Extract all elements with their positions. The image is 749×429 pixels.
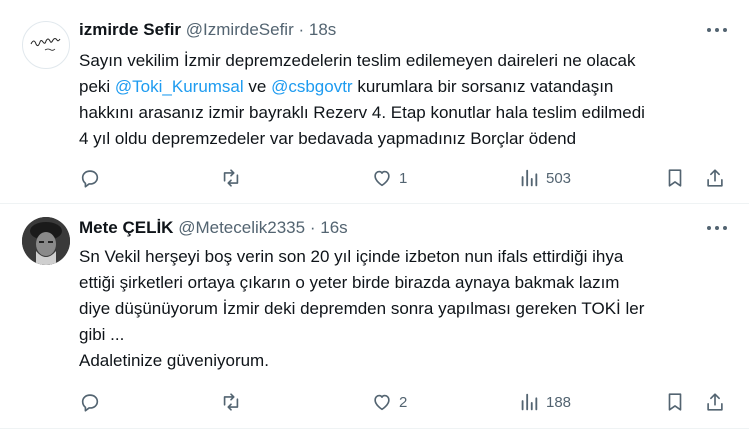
share-button[interactable] — [704, 166, 726, 190]
tweet-text-line: Adaletinize güveniyorum. — [79, 348, 729, 374]
like-count: 1 — [399, 169, 408, 187]
tweet-text-segment: gibi ... — [79, 325, 125, 344]
reply-button[interactable] — [79, 166, 107, 190]
tweet-text-segment: Adaletinize güveniyorum. — [79, 351, 269, 370]
tweet-text-line: peki @Toki_Kurumsal ve @csbgovtr kurumla… — [79, 74, 729, 100]
more-dots-icon[interactable] — [707, 224, 727, 232]
mention-link[interactable]: @Toki_Kurumsal — [115, 77, 244, 96]
heart-icon — [374, 170, 390, 187]
tweet-text-line: Sayın vekilim İzmir depremzedelerin tesl… — [79, 48, 729, 74]
share-icon — [707, 169, 723, 187]
action-bar: 1 503 — [79, 166, 729, 190]
views-chart-icon — [521, 393, 538, 411]
like-button[interactable]: 2 — [371, 390, 407, 414]
retweet-button[interactable] — [220, 166, 248, 190]
views-button[interactable]: 188 — [518, 390, 571, 414]
retweet-button[interactable] — [220, 390, 248, 414]
views-button[interactable]: 503 — [518, 166, 571, 190]
tweet[interactable]: Mete ÇELİK @Metecelik2335 · 16s Sn Vekil… — [0, 204, 749, 429]
tweet-text-line: gibi ... — [79, 322, 729, 348]
share-icon — [707, 393, 723, 411]
user-handle[interactable]: @IzmirdeSefir — [186, 20, 294, 39]
separator-dot: · — [309, 218, 316, 237]
views-chart-icon — [521, 169, 538, 187]
tweet[interactable]: izmirde Sefir @IzmirdeSefir · 18s Sayın … — [0, 0, 749, 204]
reply-icon — [81, 394, 99, 412]
tweet-text-segment: Sayın vekilim İzmir depremzedelerin tesl… — [79, 51, 636, 70]
tweet-text-line: ettiği şirketleri ortaya çıkarın o yeter… — [79, 270, 729, 296]
bookmark-icon — [668, 169, 682, 187]
bookmark-icon — [668, 393, 682, 411]
tweet-text-segment: hakkını arasanız izmir bayraklı Rezerv 4… — [79, 103, 645, 122]
separator-dot: · — [298, 20, 305, 39]
action-bar: 2 188 — [79, 390, 729, 414]
script-logo-avatar-icon — [30, 38, 61, 51]
like-button[interactable]: 1 — [371, 166, 407, 190]
reply-button[interactable] — [79, 390, 107, 414]
like-count: 2 — [399, 393, 408, 411]
tweet-text: Sn Vekil herşeyi boş verin son 20 yıl iç… — [79, 244, 729, 374]
avatar[interactable] — [22, 21, 70, 69]
tweet-text-segment: kurumlara bir sorsanız vatandaşın — [352, 77, 614, 96]
display-name[interactable]: Mete ÇELİK — [79, 218, 173, 237]
tweet-text-segment: ettiği şirketleri ortaya çıkarın o yeter… — [79, 273, 620, 292]
tweet-header: Mete ÇELİK @Metecelik2335 · 16s — [79, 217, 348, 239]
heart-icon — [374, 394, 390, 411]
views-count: 188 — [546, 393, 572, 411]
mention-link[interactable]: @csbgovtr — [271, 77, 353, 96]
more-dots-icon[interactable] — [707, 26, 727, 34]
timestamp[interactable]: 18s — [309, 20, 336, 39]
tweet-text: Sayın vekilim İzmir depremzedelerin tesl… — [79, 48, 729, 152]
timestamp[interactable]: 16s — [320, 218, 347, 237]
tweet-text-segment: peki — [79, 77, 115, 96]
tweet-text-line: diye düşünüyorum İzmir deki depremden so… — [79, 296, 729, 322]
tweet-text-line: Sn Vekil herşeyi boş verin son 20 yıl iç… — [79, 244, 729, 270]
bookmark-button[interactable] — [664, 390, 686, 414]
share-button[interactable] — [704, 390, 726, 414]
user-handle[interactable]: @Metecelik2335 — [178, 218, 305, 237]
display-name[interactable]: izmirde Sefir — [79, 20, 181, 39]
tweet-text-line: 4 yıl oldu depremzedeler var bedavada ya… — [79, 126, 729, 152]
tweet-text-segment: Sn Vekil herşeyi boş verin son 20 yıl iç… — [79, 247, 624, 266]
avatar[interactable] — [22, 217, 70, 265]
retweet-icon — [223, 169, 239, 187]
views-count: 503 — [546, 169, 572, 187]
tweet-text-segment: diye düşünüyorum İzmir deki depremden so… — [79, 299, 645, 318]
bookmark-button[interactable] — [664, 166, 686, 190]
reply-icon — [81, 170, 99, 188]
tweet-text-segment: 4 yıl oldu depremzedeler var bedavada ya… — [79, 129, 577, 148]
photo-avatar-icon — [22, 217, 70, 265]
tweet-header: izmirde Sefir @IzmirdeSefir · 18s — [79, 19, 336, 41]
retweet-icon — [223, 393, 239, 411]
tweet-text-line: hakkını arasanız izmir bayraklı Rezerv 4… — [79, 100, 729, 126]
tweet-text-segment: ve — [243, 77, 272, 96]
